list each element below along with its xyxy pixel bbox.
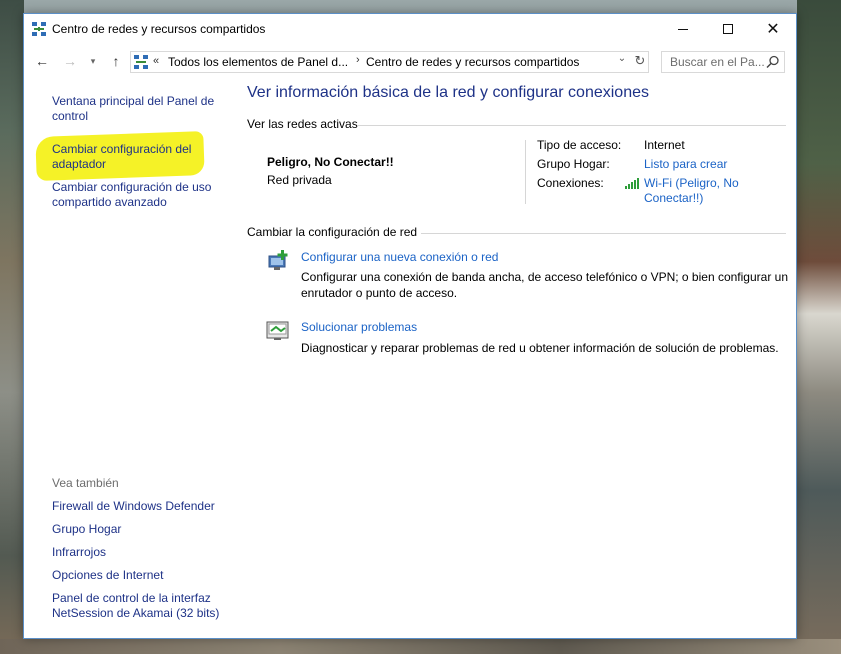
troubleshoot-description: Diagnosticar y reparar problemas de red … — [301, 341, 779, 355]
back-button[interactable]: ← — [32, 51, 52, 71]
breadcrumb-overflow-icon[interactable]: « — [153, 55, 159, 67]
recent-locations-button[interactable]: ▾ — [87, 51, 99, 71]
wifi-connection-link[interactable]: Wi-Fi (Peligro, No Conectar!!) — [644, 176, 774, 206]
up-button[interactable]: ↑ — [106, 51, 126, 71]
troubleshoot-icon — [266, 321, 289, 340]
address-dropdown-icon[interactable]: ⌄ — [615, 53, 629, 64]
title-bar[interactable]: Centro de redes y recursos compartidos ✕ — [24, 14, 796, 45]
sidebar-link-control-panel-home[interactable]: Ventana principal del Panel de control — [52, 94, 222, 124]
sidebar-link-change-adapter-settings[interactable]: Cambiar configuración del adaptador — [52, 142, 222, 172]
left-task-pane: Ventana principal del Panel de control C… — [24, 76, 234, 636]
vertical-divider — [525, 140, 526, 204]
back-arrow-icon: ← — [35, 53, 49, 69]
connections-label: Conexiones: — [537, 176, 604, 190]
network-type: Red privada — [267, 173, 332, 187]
minimize-icon — [678, 28, 688, 30]
page-title: Ver información básica de la red y confi… — [247, 84, 649, 101]
see-also-homegroup[interactable]: Grupo Hogar — [52, 522, 232, 537]
navigation-bar: ← → ▾ ↑ « Todos los elementos de Panel d… — [24, 47, 796, 75]
sidebar-link-advanced-sharing[interactable]: Cambiar configuración de uso compartido … — [52, 180, 222, 210]
section-divider — [421, 233, 786, 234]
close-icon: ✕ — [766, 21, 780, 38]
homegroup-label: Grupo Hogar: — [537, 157, 610, 171]
breadcrumb-separator-icon[interactable]: › — [356, 54, 360, 66]
desktop-background-left — [0, 0, 24, 654]
see-also-firewall[interactable]: Firewall de Windows Defender — [52, 499, 232, 514]
access-type-label: Tipo de acceso: — [537, 138, 622, 152]
search-input[interactable]: Buscar en el Pa... — [661, 51, 785, 73]
maximize-icon — [723, 24, 733, 34]
up-arrow-icon: ↑ — [112, 53, 120, 69]
breadcrumb-all-items[interactable]: Todos los elementos de Panel d... — [168, 55, 348, 69]
troubleshoot-link[interactable]: Solucionar problemas — [301, 320, 417, 334]
refresh-icon[interactable]: ↻ — [632, 53, 648, 69]
setup-new-connection-description: Configurar una conexión de banda ancha, … — [301, 270, 788, 300]
network-center-icon — [32, 22, 46, 36]
close-button[interactable]: ✕ — [750, 14, 796, 44]
chevron-down-icon: ▾ — [90, 55, 96, 66]
network-name: Peligro, No Conectar!! — [267, 155, 394, 169]
homegroup-link[interactable]: Listo para crear — [644, 157, 727, 171]
see-also-akamai-netsession[interactable]: Panel de control de la interfaz NetSessi… — [52, 591, 232, 621]
desktop-background-right — [797, 0, 841, 654]
control-panel-icon — [134, 55, 148, 69]
minimize-button[interactable] — [660, 14, 706, 44]
see-also-internet-options[interactable]: Opciones de Internet — [52, 568, 232, 583]
active-networks-header: Ver las redes activas — [247, 117, 358, 131]
search-icon[interactable] — [766, 55, 780, 69]
breadcrumb-network-center[interactable]: Centro de redes y recursos compartidos — [366, 55, 579, 69]
maximize-button[interactable] — [705, 14, 751, 44]
see-also-label: Vea también — [52, 476, 119, 490]
window-title: Centro de redes y recursos compartidos — [52, 22, 266, 36]
wifi-signal-icon — [625, 178, 639, 189]
access-type-value: Internet — [644, 138, 685, 152]
forward-arrow-icon: → — [63, 53, 77, 69]
forward-button[interactable]: → — [60, 51, 80, 71]
section-divider — [358, 125, 786, 126]
see-also-infrared[interactable]: Infrarrojos — [52, 545, 232, 560]
desktop-background-bottom — [0, 639, 841, 654]
setup-new-connection-link[interactable]: Configurar una nueva conexión o red — [301, 250, 498, 264]
search-placeholder: Buscar en el Pa... — [670, 55, 765, 69]
change-settings-header: Cambiar la configuración de red — [247, 225, 418, 239]
new-connection-icon — [268, 250, 288, 270]
network-center-window: Centro de redes y recursos compartidos ✕… — [23, 13, 797, 639]
address-bar[interactable]: « Todos los elementos de Panel d... › Ce… — [130, 51, 649, 73]
